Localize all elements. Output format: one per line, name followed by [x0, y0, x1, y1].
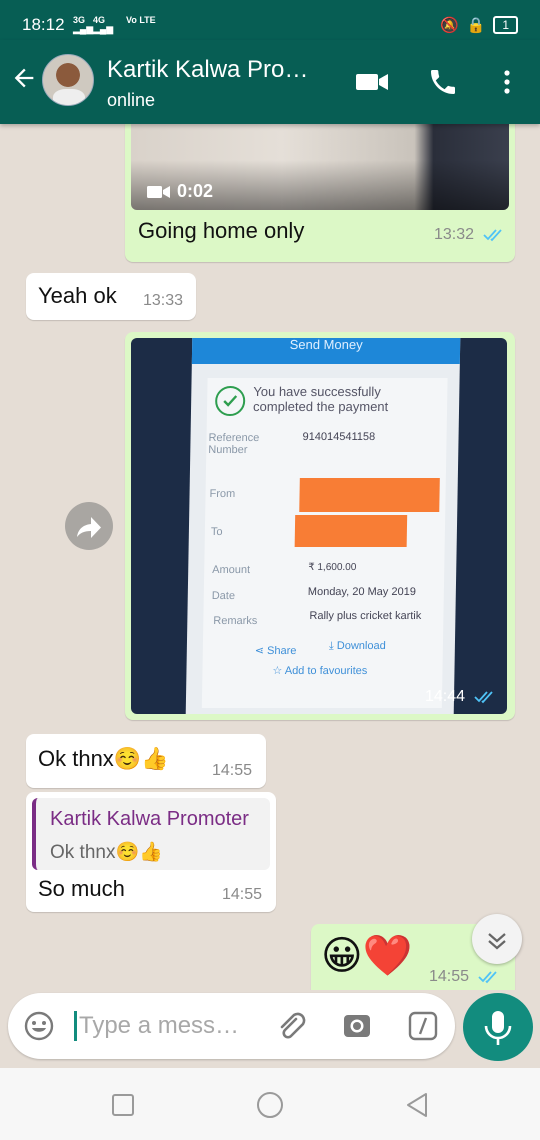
photo-reference-label: Reference Number — [208, 432, 260, 456]
attach-icon[interactable] — [274, 1009, 308, 1043]
gif-sticker-icon[interactable] — [406, 1009, 440, 1043]
volte-badge: Vo LTE — [126, 15, 156, 25]
payment-screenshot-image[interactable]: Send Money You have successfully complet… — [131, 338, 507, 714]
photo-remarks-value: Rally plus cricket kartik — [309, 610, 422, 622]
video-camera-icon — [147, 185, 170, 198]
read-ticks-icon — [477, 971, 497, 984]
photo-reference-value: 914014541158 — [302, 431, 376, 443]
photo-success-line-1: You have successfully — [253, 384, 381, 399]
photo-download-label: ⤓ Download — [328, 640, 386, 652]
camera-icon[interactable] — [340, 1009, 374, 1043]
status-bar: 18:12 3G ▂▄▆ 4G ▂▄▆ Vo LTE 🔕 🔒 1 — [0, 0, 540, 40]
scroll-to-bottom-button[interactable] — [472, 914, 522, 964]
photo-remarks-label: Remarks — [213, 615, 258, 627]
photo-amount-label: Amount — [212, 564, 251, 576]
network-indicator-2: 4G ▂▄▆ — [93, 15, 114, 34]
mute-icon: 🔕 — [439, 17, 459, 34]
emoji-icon[interactable] — [22, 1009, 56, 1043]
quoted-text: Ok thnx☺️👍 — [50, 842, 163, 863]
mic-icon — [484, 1011, 512, 1045]
read-ticks-icon — [482, 229, 502, 242]
message-incoming[interactable]: Yeah ok 13:33 — [26, 273, 196, 320]
status-time: 18:12 — [22, 15, 65, 34]
message-video[interactable]: 0:02 Going home only 13:32 — [125, 124, 515, 262]
message-time: 13:32 — [434, 226, 505, 244]
quoted-message[interactable]: Kartik Kalwa Promoter Ok thnx☺️👍 — [32, 798, 270, 870]
system-navigation-bar — [0, 1068, 540, 1140]
voice-record-button[interactable] — [463, 993, 533, 1061]
redaction-bar — [299, 478, 440, 512]
back-triangle-icon[interactable] — [402, 1090, 432, 1120]
message-time: 14:55 — [212, 762, 253, 779]
contact-avatar[interactable] — [42, 54, 94, 106]
message-input[interactable] — [74, 1011, 254, 1041]
back-arrow-icon[interactable] — [10, 64, 38, 92]
video-call-icon[interactable] — [354, 66, 390, 98]
battery-indicator: 1 — [493, 16, 518, 34]
contact-name[interactable]: Kartik Kalwa Pro… — [107, 56, 337, 84]
contact-status: online — [107, 90, 156, 110]
more-options-icon[interactable] — [490, 66, 524, 98]
check-circle-icon — [214, 386, 246, 416]
photo-success-line-2: completed the payment — [252, 399, 389, 414]
photo-date-value: Monday, 20 May 2019 — [307, 586, 416, 598]
message-time: 14:44 — [425, 688, 496, 706]
message-text: So much — [38, 876, 125, 901]
lock-icon: 🔒 — [466, 17, 486, 34]
message-text: 😀❤️ — [321, 934, 413, 978]
chat-header: Kartik Kalwa Pro… online — [0, 40, 540, 124]
photo-to-label: To — [210, 526, 223, 538]
forward-arrow-icon — [77, 517, 101, 538]
photo-amount-value: ₹ 1,600.00 — [308, 562, 357, 573]
message-time: 14:55 — [429, 968, 500, 986]
message-image[interactable]: Send Money You have successfully complet… — [125, 332, 515, 720]
message-composer — [8, 993, 455, 1059]
voice-call-icon[interactable] — [425, 66, 461, 98]
quoted-author: Kartik Kalwa Promoter — [50, 808, 249, 830]
message-text: Yeah ok — [38, 283, 117, 308]
photo-favourites-label: ☆ Add to favourites — [272, 665, 368, 677]
read-ticks-icon — [473, 691, 493, 704]
network-indicator-1: 3G ▂▄▆ — [73, 15, 94, 34]
phone-screen: Send Money You have successfully complet… — [185, 338, 461, 714]
double-chevron-down-icon — [488, 933, 506, 950]
video-thumbnail[interactable]: 0:02 — [131, 124, 509, 210]
message-text: Ok thnx☺️👍 — [38, 746, 169, 771]
photo-from-label: From — [209, 488, 236, 500]
message-time: 14:55 — [222, 886, 263, 903]
message-list[interactable]: 0:02 Going home only 13:32 Yeah ok 13:33… — [0, 124, 540, 990]
message-time: 13:33 — [143, 292, 184, 309]
message-reply[interactable]: Kartik Kalwa Promoter Ok thnx☺️👍 So much… — [26, 792, 276, 912]
home-circle-icon[interactable] — [255, 1090, 285, 1120]
recents-square-icon[interactable] — [108, 1090, 138, 1120]
status-right-icons: 🔕 🔒 1 — [440, 16, 518, 34]
forward-button[interactable] — [65, 502, 113, 550]
payment-card: You have successfully completed the paym… — [201, 378, 448, 708]
message-text: Going home only — [138, 218, 305, 243]
photo-screen-title: Send Money — [191, 338, 461, 364]
photo-share-label: ⋖ Share — [254, 645, 297, 657]
message-incoming[interactable]: Ok thnx☺️👍 14:55 — [26, 734, 266, 788]
redaction-bar — [294, 515, 408, 547]
video-duration: 0:02 — [147, 181, 213, 202]
photo-date-label: Date — [211, 590, 236, 602]
